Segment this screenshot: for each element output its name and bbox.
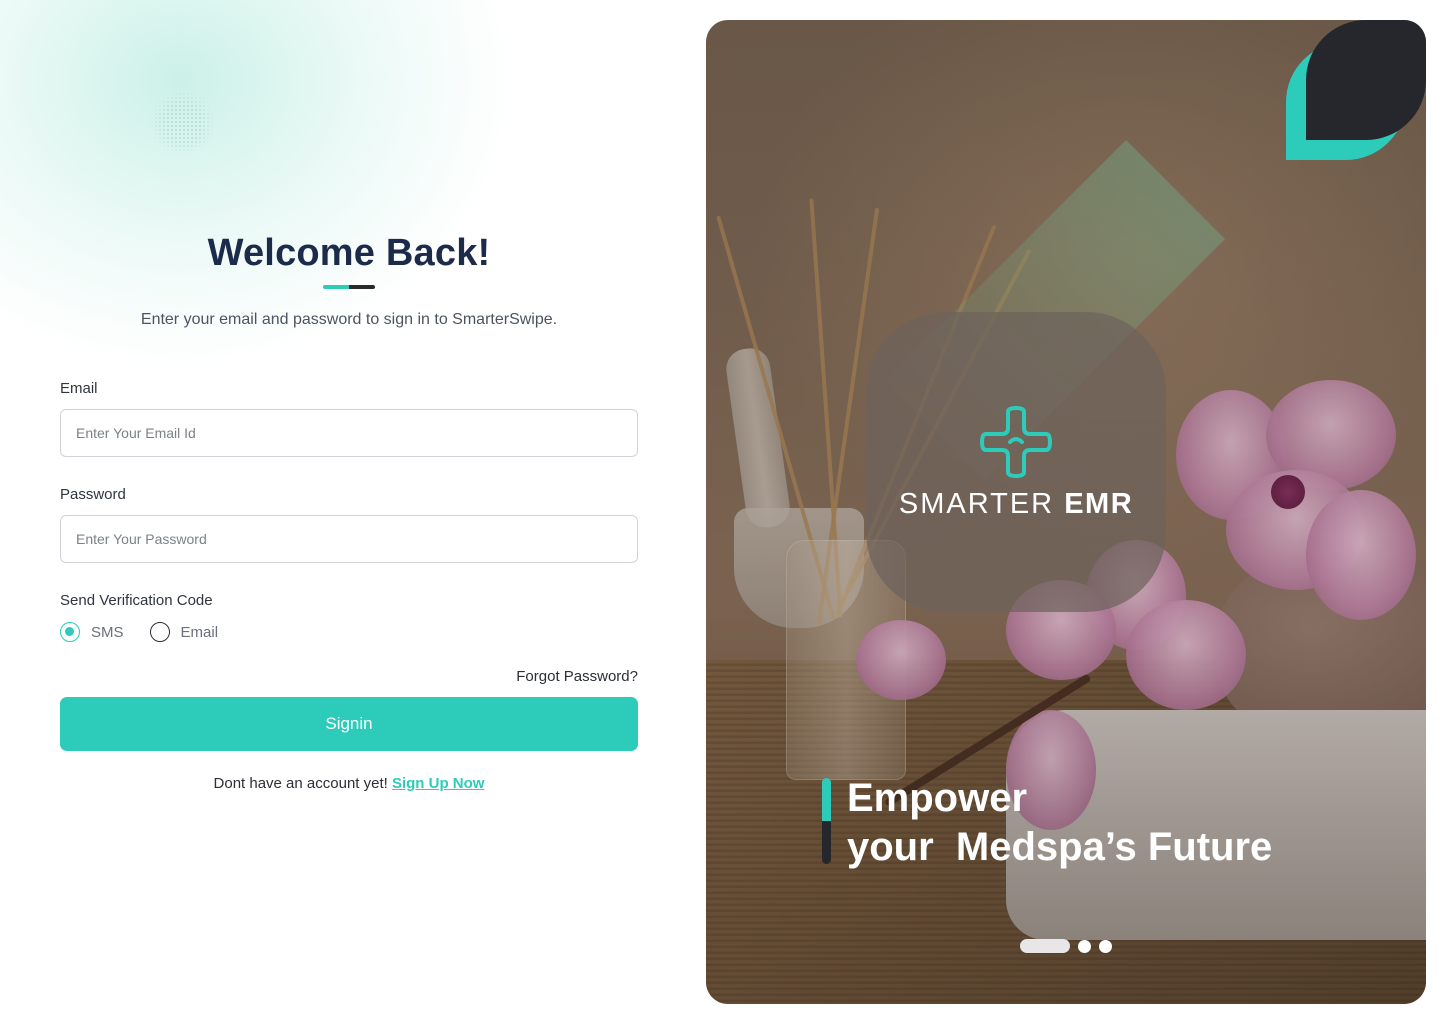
radio-email-label: Email <box>180 623 219 641</box>
logo-wordmark: SMARTER EMR <box>866 488 1166 521</box>
title-underline <box>323 285 375 289</box>
radio-button-icon[interactable] <box>149 622 170 642</box>
title-underline-dark <box>349 285 375 289</box>
signup-link[interactable]: Sign Up Now <box>392 775 485 792</box>
headline-accent-bar-dark <box>822 821 831 864</box>
signin-button[interactable]: Signin <box>60 697 638 751</box>
decorative-dot-pattern <box>150 92 216 154</box>
radio-email[interactable]: Email <box>149 622 219 642</box>
headline-accent-bar-teal <box>822 778 831 821</box>
carousel-dot[interactable] <box>1099 939 1112 953</box>
radio-sms-label: SMS <box>91 623 124 641</box>
logo-wordmark-light: SMARTER <box>898 488 1055 520</box>
verification-label: Send Verification Code <box>60 592 213 609</box>
page-subtitle: Enter your email and password to sign in… <box>140 311 558 328</box>
password-field[interactable] <box>60 515 638 563</box>
hero-headline-line2: your Medspa’s Future <box>847 825 1273 869</box>
corner-shape-dark <box>1306 20 1426 140</box>
radio-button-icon[interactable] <box>60 622 80 642</box>
verification-method-group: SMS Email <box>60 621 244 643</box>
radio-sms[interactable]: SMS <box>60 622 124 642</box>
email-label: Email <box>60 380 98 397</box>
forgot-password-link[interactable]: Forgot Password? <box>516 668 638 685</box>
carousel-dot[interactable] <box>1078 939 1091 953</box>
carousel-indicators <box>1020 939 1120 953</box>
carousel-dot-active[interactable] <box>1020 939 1070 953</box>
title-underline-teal <box>323 285 349 289</box>
email-field[interactable] <box>60 409 638 457</box>
signup-row: Dont have an account yet! Sign Up Now <box>60 775 638 792</box>
hero-headline-line1: Empower <box>847 776 1028 820</box>
logo-card: SMARTER EMR <box>866 312 1166 612</box>
password-label: Password <box>60 486 126 503</box>
headline-accent-bar <box>822 778 831 864</box>
hero-headline: Empower your Medspa’s Future <box>847 774 1272 872</box>
hero-panel: SMARTER EMR Empower your Medspa’s Future <box>706 20 1426 1004</box>
login-background <box>0 0 700 1024</box>
medical-cross-icon <box>980 406 1052 478</box>
logo-wordmark-bold: EMR <box>1064 488 1134 520</box>
signup-prompt: Dont have an account yet! <box>213 775 388 792</box>
page-title: Welcome Back! <box>207 232 491 274</box>
